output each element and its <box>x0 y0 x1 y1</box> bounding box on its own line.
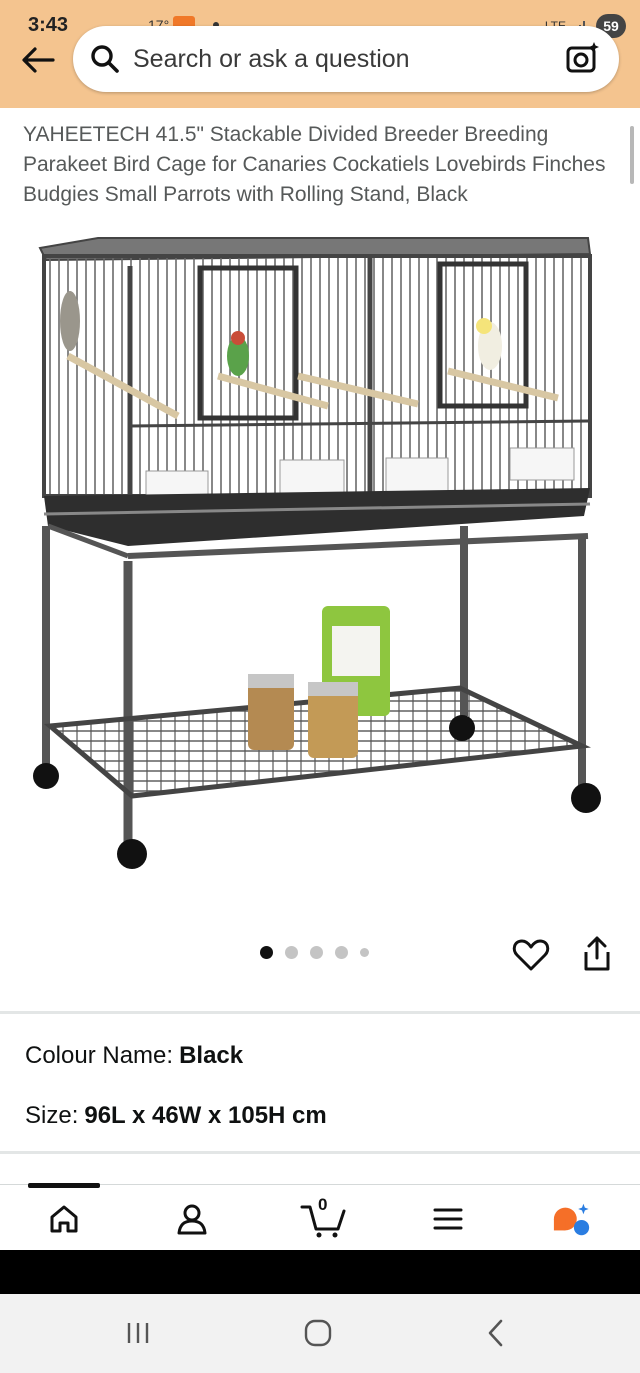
colour-value: Black <box>179 1042 244 1069</box>
carousel-dot[interactable] <box>360 948 369 957</box>
nav-home[interactable] <box>44 1199 84 1239</box>
size-value: 96L x 46W x 105H cm <box>84 1102 327 1129</box>
size-attribute[interactable]: Size: 96L x 46W x 105H cm <box>25 1102 327 1130</box>
nav-rufus[interactable] <box>552 1199 592 1239</box>
image-carousel-dots[interactable] <box>260 946 369 959</box>
recent-apps-icon <box>127 1323 149 1343</box>
account-icon <box>177 1204 207 1235</box>
colour-attribute[interactable]: Colour Name: Black <box>25 1042 243 1070</box>
size-label: Size: <box>25 1102 79 1129</box>
section-divider <box>0 1011 640 1014</box>
colour-label: Colour Name: <box>25 1042 174 1069</box>
carousel-dot[interactable] <box>285 946 298 959</box>
back-arrow-icon <box>22 47 55 73</box>
system-nav-bar <box>0 1294 640 1373</box>
product-title[interactable]: YAHEETECH 41.5" Stackable Divided Breede… <box>23 120 613 210</box>
bird-cage-product-image <box>33 237 601 869</box>
nav-menu[interactable] <box>428 1199 468 1239</box>
bottom-nav: 0 <box>0 1183 640 1250</box>
carousel-dot[interactable] <box>310 946 323 959</box>
wishlist-button[interactable] <box>512 936 550 974</box>
back-button[interactable] <box>18 40 58 80</box>
search-input[interactable] <box>133 44 533 74</box>
menu-icon <box>433 1208 463 1230</box>
nav-active-indicator <box>28 1183 100 1188</box>
search-icon <box>87 41 123 77</box>
heart-icon <box>512 939 550 971</box>
chevron-left-icon <box>488 1319 503 1347</box>
nav-cart[interactable]: 0 <box>300 1195 346 1239</box>
home-circle-icon <box>304 1319 332 1347</box>
carousel-dot-active[interactable] <box>260 946 273 959</box>
search-bar[interactable] <box>73 26 619 92</box>
section-divider <box>0 1151 640 1154</box>
scrollbar-thumb <box>630 126 634 184</box>
system-back-button[interactable] <box>476 1316 516 1350</box>
share-button[interactable] <box>578 934 616 974</box>
gesture-spacer <box>0 1250 640 1294</box>
status-time: 3:43 <box>28 14 69 36</box>
camera-lens-icon[interactable] <box>565 40 601 76</box>
carousel-dot[interactable] <box>335 946 348 959</box>
cart-count: 0 <box>318 1195 328 1214</box>
product-image[interactable] <box>28 226 612 886</box>
share-icon <box>584 936 610 971</box>
home-system-button[interactable] <box>298 1316 338 1350</box>
home-icon <box>50 1205 78 1233</box>
nav-account[interactable] <box>172 1199 212 1239</box>
rufus-icon <box>553 1203 590 1236</box>
recent-apps-button[interactable] <box>118 1316 158 1350</box>
